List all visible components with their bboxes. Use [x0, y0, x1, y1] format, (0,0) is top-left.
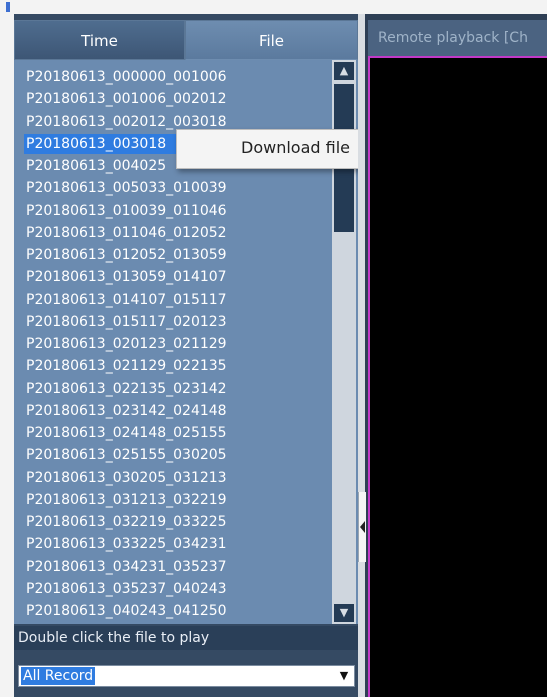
file-list-item[interactable]: P20180613_000000_001006 [24, 67, 229, 87]
file-list-item[interactable]: P20180613_034231_035237 [24, 557, 229, 577]
file-list-item[interactable]: P20180613_032219_033225 [24, 512, 229, 532]
file-list-item[interactable]: P20180613_031213_032219 [24, 490, 229, 510]
record-type-value: All Record [21, 667, 96, 685]
tab-file[interactable]: File [185, 20, 358, 60]
window-mark [6, 2, 10, 12]
file-panel: Time File P20180613_000000_001006 P201806… [14, 14, 358, 697]
scroll-down-icon[interactable]: ▼ [334, 604, 354, 622]
file-list-item[interactable]: P20180613_011046_012052 [24, 223, 229, 243]
record-type-select[interactable]: All Record ▼ [18, 665, 355, 687]
file-list-item[interactable]: P20180613_001006_002012 [24, 89, 229, 109]
tab-remote-playback[interactable]: Remote playback [Ch [368, 20, 547, 56]
file-list-item[interactable]: P20180613_023142_024148 [24, 401, 229, 421]
file-list-item[interactable]: P20180613_033225_034231 [24, 534, 229, 554]
panel-splitter[interactable] [358, 14, 366, 697]
file-list-item[interactable]: P20180613_003018 [24, 133, 193, 154]
file-list-item[interactable]: P20180613_025155_030205 [24, 445, 229, 465]
playback-panel: Remote playback [Ch [358, 14, 547, 697]
file-list-item[interactable]: P20180613_005033_010039 [24, 178, 229, 198]
file-list-item[interactable]: P20180613_035237_040243 [24, 579, 229, 599]
file-list-item[interactable]: P20180613_014107_015117 [24, 290, 229, 310]
file-list-item[interactable]: P20180613_024148_025155 [24, 423, 229, 443]
file-list-item[interactable]: P20180613_012052_013059 [24, 245, 229, 265]
file-list-item[interactable]: P20180613_013059_014107 [24, 267, 229, 287]
play-hint: Double click the file to play [14, 626, 358, 650]
video-viewport[interactable] [368, 56, 547, 697]
top-bar [0, 0, 547, 14]
chevron-down-icon[interactable]: ▼ [337, 669, 351, 683]
scroll-up-icon[interactable]: ▲ [334, 62, 354, 80]
file-list-item[interactable]: P20180613_010039_011046 [24, 201, 229, 221]
tab-bar: Time File [14, 20, 358, 60]
file-list-item[interactable]: P20180613_015117_020123 [24, 312, 229, 332]
tab-time[interactable]: Time [14, 20, 185, 60]
file-list-item[interactable]: P20180613_030205_031213 [24, 468, 229, 488]
file-list-item[interactable]: P20180613_021129_022135 [24, 356, 229, 376]
file-list-item[interactable]: P20180613_040243_041250 [24, 601, 229, 621]
file-list-item[interactable]: P20180613_004025 [24, 156, 168, 176]
file-list-item[interactable]: P20180613_020123_021129 [24, 334, 229, 354]
file-list-item[interactable]: P20180613_022135_023142 [24, 379, 229, 399]
download-file-menu-item[interactable]: Download file [241, 130, 350, 168]
collapse-arrow-icon[interactable] [358, 492, 366, 562]
